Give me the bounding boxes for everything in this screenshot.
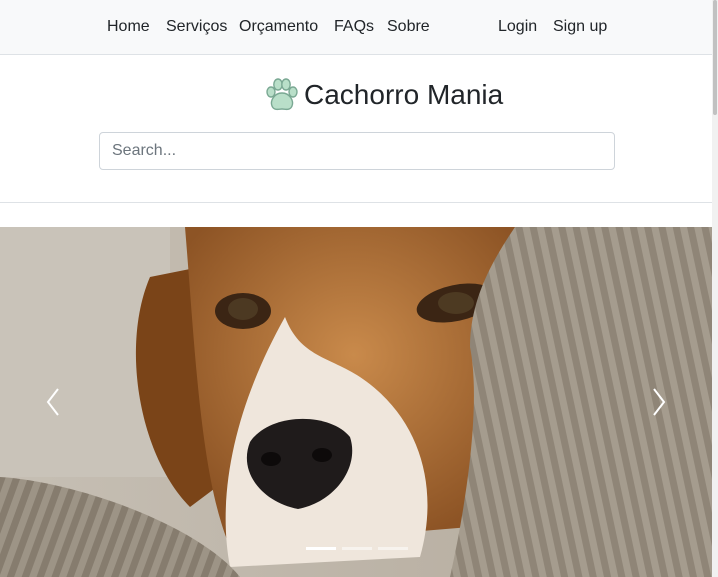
nav-link-quote[interactable]: Orçamento — [239, 17, 318, 37]
chevron-right-icon — [653, 388, 666, 416]
carousel-indicator-3[interactable] — [378, 547, 408, 550]
page-scrollbar[interactable] — [712, 0, 718, 577]
paw-icon — [266, 78, 298, 111]
search-input[interactable] — [99, 132, 615, 170]
carousel-slide-image — [0, 227, 712, 577]
top-navbar: Home Serviços Orçamento FAQs Sobre Login… — [0, 0, 712, 55]
signup-link[interactable]: Sign up — [553, 17, 607, 37]
carousel-indicator-2[interactable] — [342, 547, 372, 550]
nav-link-about[interactable]: Sobre — [387, 17, 430, 37]
scrollbar-thumb[interactable] — [713, 0, 717, 115]
carousel-indicator-1[interactable] — [306, 547, 336, 550]
section-divider — [0, 202, 712, 203]
carousel-next-button[interactable] — [639, 377, 679, 427]
chevron-left-icon — [46, 388, 59, 416]
image-carousel[interactable] — [0, 227, 712, 577]
nav-link-faqs[interactable]: FAQs — [334, 17, 374, 37]
carousel-prev-button[interactable] — [33, 377, 73, 427]
brand-header: Cachorro Mania — [264, 76, 503, 114]
nav-link-services[interactable]: Serviços — [166, 17, 227, 37]
nav-link-home[interactable]: Home — [107, 17, 150, 37]
site-title: Cachorro Mania — [304, 79, 504, 110]
login-link[interactable]: Login — [498, 17, 537, 37]
carousel-indicators — [0, 547, 712, 550]
